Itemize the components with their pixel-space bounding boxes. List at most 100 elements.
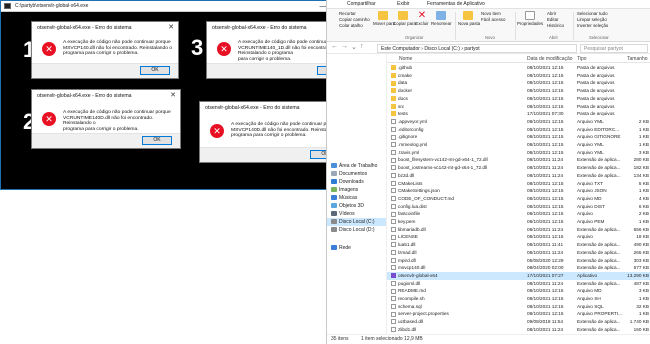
breadcrumb-3[interactable]: partyot — [464, 46, 479, 52]
nav-item-videos[interactable]: Vídeos — [331, 210, 355, 218]
file-explorer-window[interactable]: Compartilhar Exibir Ferramentas de Aplic… — [326, 0, 650, 344]
file-row[interactable]: docker 08/10/2021 12:15 Pasta de arquivos — [387, 87, 650, 95]
file-name: boost_iostreams-vc142-mt-gd-x64-1_72.dll — [398, 165, 488, 171]
console-window[interactable]: C:\partyb\otsenvlr-global-x64.exe — ☐ ✕ … — [0, 0, 363, 190]
file-row[interactable]: src 08/10/2021 12:15 Pasta de arquivos — [387, 103, 650, 111]
recent-icon[interactable]: ⌄ — [351, 43, 357, 51]
file-name-cell: .mmeolog.yml — [391, 141, 523, 149]
select-all-button[interactable]: Selecionar tudo — [577, 11, 608, 16]
nav-item-disk-c[interactable]: Disco Local (C:) — [327, 218, 386, 226]
file-row[interactable]: docs 08/10/2021 12:15 Pasta de arquivos — [387, 95, 650, 103]
file-row[interactable]: pugixml.dll 08/10/2021 11:24 Extensão de a… — [387, 280, 650, 288]
group-organizar: Organizar — [405, 35, 424, 40]
file-row[interactable]: otsenvlr-global-x64 17/10/2021 07:27 Aplic… — [387, 271, 650, 280]
file-row[interactable]: .gitignore 08/10/2021 12:15 Arquivo GITIGN… — [387, 133, 650, 141]
history-button[interactable]: Histórico — [547, 23, 564, 28]
clear-selection-button[interactable]: Limpar seleção — [577, 17, 607, 22]
file-row[interactable]: lzmad.dll 08/10/2021 11:24 Extensão de apl… — [387, 249, 650, 257]
nav-item-3d-objects[interactable]: Objetos 3D — [331, 202, 364, 210]
column-name[interactable]: Nome — [399, 56, 412, 62]
edit-button[interactable]: Editar — [547, 17, 558, 22]
delete-button[interactable]: ✕ Excluir — [413, 11, 431, 27]
drive-icon — [331, 219, 337, 225]
file-row[interactable]: LICENSE 08/10/2021 12:15 Arquivo 18 KB — [387, 233, 650, 241]
file-row[interactable]: .travis.yml 08/10/2021 12:15 Arquivo YML 3 … — [387, 149, 650, 157]
error-dialog-1[interactable]: otsenvlr-global-x64.exe - Erro do sistem… — [31, 21, 179, 79]
file-row[interactable]: tests 17/10/2021 07:30 Pasta de arquivos — [387, 110, 650, 118]
easy-access-button[interactable]: Fácil acesso — [481, 17, 505, 22]
file-row[interactable]: config.lua.dist 08/10/2021 12:15 Arquivo D… — [387, 203, 650, 211]
tab-compartilhar[interactable]: Compartilhar — [347, 1, 376, 7]
file-row[interactable]: lua51.dll 08/10/2021 11:41 Extensão de apl… — [387, 241, 650, 249]
file-row[interactable]: CMakeSettings.json 08/10/2021 12:15 Arquiv… — [387, 187, 650, 195]
column-date[interactable]: Data de modificação — [527, 56, 573, 62]
ok-button[interactable]: OK — [142, 136, 172, 145]
file-row[interactable]: recompile.sh 08/10/2021 12:15 Arquivo SH 1 … — [387, 295, 650, 303]
file-row[interactable]: boost_filesystem-vc142-mt-gd-x64-1_72.dl… — [387, 156, 650, 164]
nav-item-music[interactable]: Músicas — [331, 194, 357, 202]
nav-item-disk-d[interactable]: Disco Local (D:) — [331, 226, 375, 234]
search-input[interactable]: Pesquisar partyot — [580, 44, 648, 53]
file-row[interactable]: zlibd1.dll 08/10/2021 11:24 Extensão de ap… — [387, 326, 650, 334]
tab-exibir[interactable]: Exibir — [397, 1, 410, 7]
file-row[interactable]: server-project.properties 08/10/2021 12:1… — [387, 310, 650, 318]
file-row[interactable]: cmake 08/10/2021 12:15 Pasta de arquivos — [387, 72, 650, 80]
file-date: 08/10/2021 12:15 — [527, 80, 564, 86]
new-folder-button[interactable]: Nova pasta — [458, 11, 480, 26]
file-row[interactable]: CODE_OF_CONDUCT.md 08/10/2021 12:15 Arquiv… — [387, 195, 650, 203]
cut-button[interactable]: Recortar — [339, 11, 356, 16]
folder-icon — [391, 88, 396, 94]
file-icon — [391, 165, 396, 171]
new-item-button[interactable]: Novo item — [481, 11, 501, 16]
file-row[interactable]: key.pem 08/10/2021 12:15 Arquivo PEM 1 KB — [387, 218, 650, 226]
tab-ferramentas-aplicativo[interactable]: Ferramentas de Aplicativo — [427, 1, 485, 7]
address-input[interactable]: Este Computador › Disco Local (C:) › par… — [377, 44, 577, 53]
close-icon[interactable]: ✕ — [170, 91, 176, 99]
invert-selection-button[interactable]: Inverter seleção — [577, 23, 608, 28]
ok-button[interactable]: OK — [140, 66, 170, 75]
file-row[interactable]: libmariadb.dll 08/10/2021 11:24 Extensão d… — [387, 226, 650, 234]
file-row[interactable]: mpird.dll 05/08/2020 12:29 Extensão de apl… — [387, 257, 650, 265]
breadcrumb-2[interactable]: Disco Local (C:) — [424, 46, 460, 52]
file-row[interactable]: msvcp140.dll 08/04/2020 02:00 Extensão de … — [387, 264, 650, 272]
close-icon[interactable]: ✕ — [168, 23, 174, 31]
nav-item-desktop[interactable]: Área de Trabalho — [331, 162, 377, 170]
paste-shortcut-button[interactable]: Colar atalho — [339, 23, 363, 28]
file-type: Aplicativo — [577, 272, 598, 278]
nav-item-network[interactable]: Rede — [331, 244, 351, 252]
file-row[interactable]: .appveyor.yml 08/10/2021 12:15 Arquivo YML… — [387, 118, 650, 126]
file-row[interactable]: boost_iostreams-vc142-mt-gd-x64-1_72.dll… — [387, 164, 650, 172]
file-row[interactable]: .github 08/10/2021 12:15 Pasta de arquivos — [387, 64, 650, 72]
file-row[interactable]: schema.sql 08/10/2021 12:15 Arquivo SQL 32 … — [387, 303, 650, 311]
nav-item-downloads[interactable]: Downloads — [331, 178, 364, 186]
back-icon[interactable]: ← — [331, 43, 338, 50]
file-row[interactable]: .mmeolog.yml 08/10/2021 12:15 Arquivo YML 1… — [387, 141, 650, 149]
file-row[interactable]: .editorconfig 08/10/2021 12:15 Arquivo EDI… — [387, 126, 650, 134]
file-row[interactable]: uctbased.dll 09/08/2018 11:54 Extensão de … — [387, 318, 650, 326]
properties-button[interactable]: Propriedades — [517, 11, 543, 26]
move-to-button[interactable]: Mover para — [373, 11, 395, 26]
file-row[interactable]: README.md 08/10/2021 12:15 Arquivo MD 3 KB — [387, 287, 650, 295]
up-icon[interactable]: ↑ — [360, 43, 364, 50]
column-type[interactable]: Tipo — [577, 56, 587, 62]
breadcrumb-1[interactable]: Este Computador — [381, 46, 420, 52]
file-row[interactable]: fastcoinfile 08/10/2021 12:15 Arquivo 2 KB — [387, 210, 650, 218]
copy-to-button[interactable]: Copiar para — [393, 11, 416, 26]
forward-icon[interactable]: → — [341, 43, 348, 50]
file-size: 1 KB — [638, 188, 649, 194]
console-titlebar[interactable]: C:\partyb\otsenvlr-global-x64.exe — ☐ ✕ — [1, 1, 362, 12]
file-name-cell: data — [391, 79, 523, 87]
file-row[interactable]: data 08/10/2021 12:15 Pasta de arquivos — [387, 79, 650, 87]
file-date: 08/10/2021 12:15 — [527, 195, 564, 201]
nav-item-images[interactable]: Imagens — [331, 186, 358, 194]
nav-item-documents[interactable]: Documentos — [331, 170, 367, 178]
column-size[interactable]: Tamanho — [627, 56, 648, 62]
file-row[interactable]: CMakeLists 08/10/2021 12:15 Arquivo TXT 5 K… — [387, 180, 650, 188]
open-button[interactable]: Abrir — [547, 11, 556, 16]
file-row[interactable]: bz2d.dll 08/10/2021 11:24 Extensão de apli… — [387, 172, 650, 180]
error-dialog-2[interactable]: otsenvlr-global-x64.exe - Erro do sistem… — [31, 89, 181, 149]
file-size: 280 KB — [633, 157, 649, 163]
copy-path-button[interactable]: Copiar caminho — [339, 17, 370, 22]
file-type: Extensão de aplica... — [577, 172, 621, 178]
rename-button[interactable]: Renomear — [431, 11, 452, 26]
